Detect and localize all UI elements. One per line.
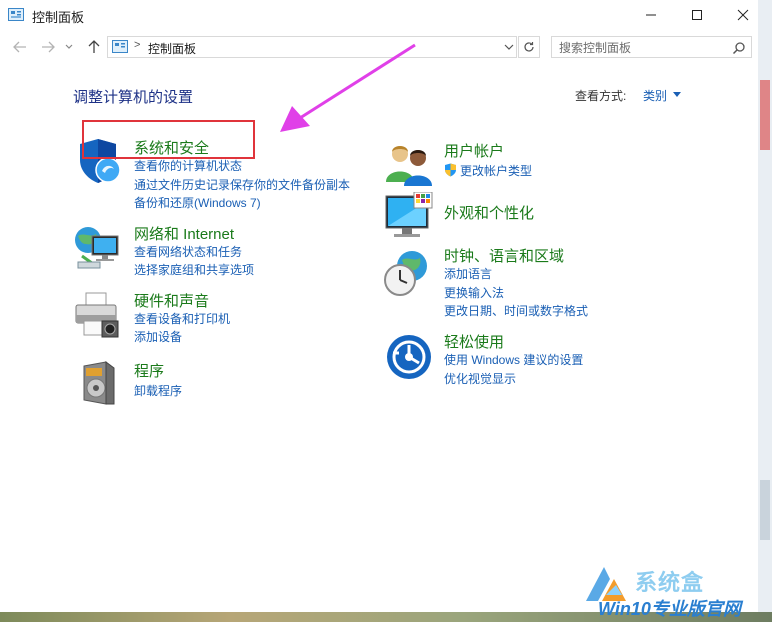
view-by-label: 查看方式: [575, 89, 627, 103]
watermark-text-top: 系统盒 [635, 570, 705, 595]
window-title: 控制面板 [32, 10, 85, 25]
search-box[interactable] [551, 36, 752, 58]
printer-icon[interactable] [72, 291, 122, 341]
category-ease-of-access[interactable]: 轻松使用 [444, 331, 504, 352]
link-view-computer-status[interactable]: 查看你的计算机状态 [134, 158, 242, 174]
link-change-input-method[interactable]: 更换输入法 [444, 285, 504, 301]
category-hardware-and-sound[interactable]: 硬件和声音 [134, 290, 209, 311]
breadcrumb-control-panel[interactable]: 控制面板 [148, 40, 196, 57]
watermark-text-bottom: Win10专业版官网 [598, 599, 741, 619]
search-input[interactable] [559, 40, 729, 55]
link-homegroup-sharing[interactable]: 选择家庭组和共享选项 [134, 262, 254, 278]
link-devices-printers[interactable]: 查看设备和打印机 [134, 311, 230, 327]
link-network-status[interactable]: 查看网络状态和任务 [134, 244, 242, 260]
minimize-icon [646, 14, 656, 16]
breadcrumb-separator: > [134, 39, 141, 51]
arrow-up-icon [88, 40, 100, 53]
link-add-language[interactable]: 添加语言 [444, 266, 492, 282]
chevron-down-icon [65, 44, 73, 49]
link-file-history[interactable]: 通过文件历史记录保存你的文件备份副本 [134, 177, 350, 193]
link-optimize-visual-display[interactable]: 优化视觉显示 [444, 371, 516, 387]
refresh-icon [524, 42, 534, 52]
arrow-left-icon [13, 41, 26, 53]
link-windows-suggested-settings[interactable]: 使用 Windows 建议的设置 [444, 352, 583, 368]
link-add-device[interactable]: 添加设备 [134, 329, 182, 345]
chevron-down-icon[interactable] [503, 41, 515, 53]
minimize-button[interactable] [628, 0, 674, 30]
highlight-box [82, 120, 255, 159]
link-change-date-time-format[interactable]: 更改日期、时间或数字格式 [444, 303, 588, 319]
ease-of-access-icon[interactable] [385, 333, 435, 383]
category-programs[interactable]: 程序 [134, 360, 164, 381]
forward-button[interactable] [38, 38, 58, 56]
back-button[interactable] [10, 38, 30, 56]
close-icon [737, 9, 749, 21]
monitor-icon[interactable] [384, 192, 434, 242]
watermark: 系统盒 Win10专业版官网 [580, 563, 772, 620]
uac-shield-icon [445, 163, 456, 177]
desktop-background [758, 0, 772, 622]
control-panel-icon [112, 40, 128, 53]
up-button[interactable] [84, 38, 104, 56]
maximize-button[interactable] [674, 0, 720, 30]
view-by-dropdown-arrow-icon[interactable] [673, 92, 681, 97]
title-bar: 控制面板 [0, 0, 758, 30]
category-appearance-personalization[interactable]: 外观和个性化 [444, 202, 534, 223]
maximize-icon [692, 10, 702, 20]
link-uninstall-program[interactable]: 卸载程序 [134, 383, 182, 399]
page-heading: 调整计算机的设置 [73, 89, 194, 106]
refresh-button[interactable] [518, 36, 540, 58]
arrow-right-icon [42, 41, 55, 53]
search-icon[interactable] [732, 41, 746, 55]
annotation-arrow-icon [280, 43, 416, 132]
programs-icon[interactable] [78, 358, 128, 408]
link-backup-restore[interactable]: 备份和还原(Windows 7) [134, 195, 261, 211]
category-network-and-internet[interactable]: 网络和 Internet [134, 223, 234, 244]
clock-globe-icon[interactable] [382, 248, 432, 298]
category-clock-language-region[interactable]: 时钟、语言和区域 [444, 245, 564, 266]
recent-locations-button[interactable] [62, 38, 76, 56]
view-by-dropdown[interactable]: 类别 [643, 87, 667, 104]
control-panel-icon [8, 8, 24, 21]
network-icon[interactable] [72, 222, 122, 272]
category-user-accounts[interactable]: 用户帐户 [444, 140, 504, 161]
link-change-account-type[interactable]: 更改帐户类型 [460, 163, 532, 179]
users-icon[interactable] [384, 140, 434, 190]
